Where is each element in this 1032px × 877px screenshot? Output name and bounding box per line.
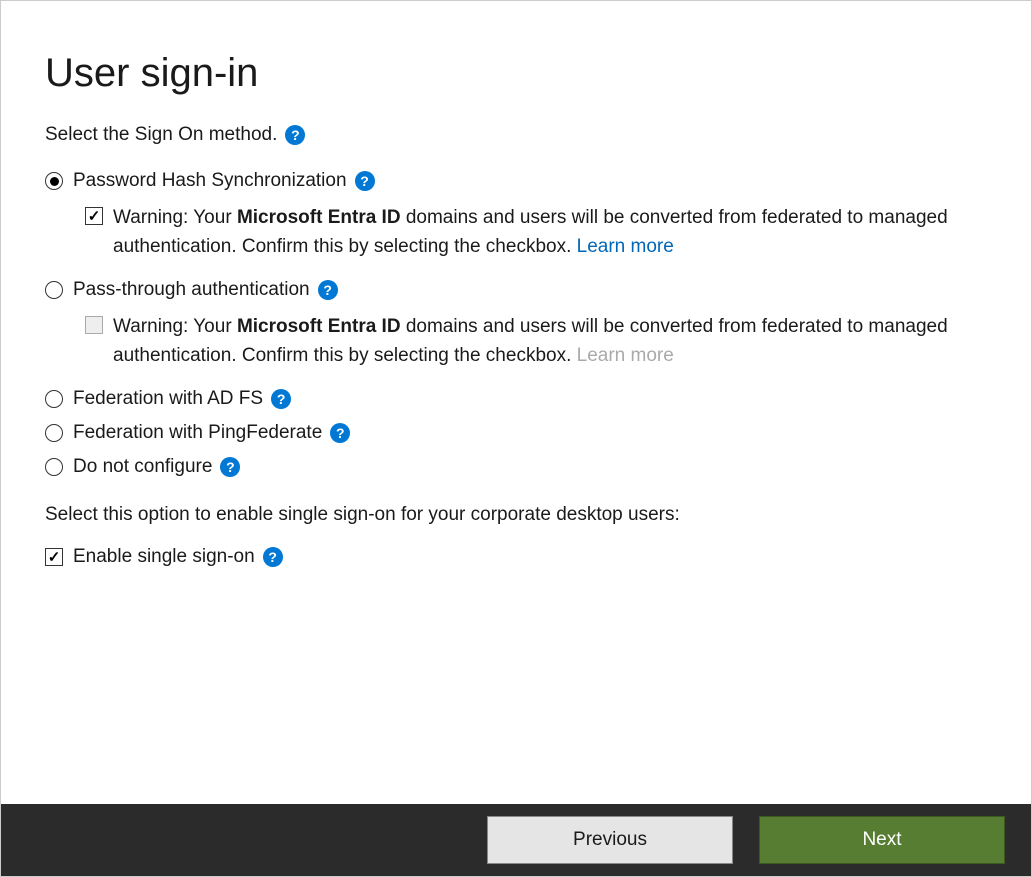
phs-learn-more-link[interactable]: Learn more [577, 236, 674, 257]
radio-pta[interactable] [45, 281, 63, 299]
radio-ping[interactable] [45, 424, 63, 442]
help-icon[interactable]: ? [330, 423, 350, 443]
radio-label-adfs: Federation with AD FS ? [73, 388, 291, 410]
help-icon[interactable]: ? [220, 457, 240, 477]
help-icon[interactable]: ? [355, 171, 375, 191]
sign-on-method-group: Password Hash Synchronization ? Warning:… [45, 170, 991, 478]
help-icon[interactable]: ? [271, 389, 291, 409]
radio-label-phs: Password Hash Synchronization ? [73, 170, 375, 192]
radio-row-pta[interactable]: Pass-through authentication ? [45, 279, 991, 301]
phs-warning-checkbox[interactable] [85, 207, 103, 225]
select-method-label: Select the Sign On method. ? [45, 124, 305, 146]
phs-warning-block: Warning: Your Microsoft Entra ID domains… [85, 204, 991, 261]
radio-row-phs[interactable]: Password Hash Synchronization ? [45, 170, 991, 192]
sso-checkbox[interactable] [45, 548, 63, 566]
sso-label: Select this option to enable single sign… [45, 504, 991, 526]
sso-section: Select this option to enable single sign… [45, 504, 991, 568]
next-button[interactable]: Next [759, 816, 1005, 864]
previous-button[interactable]: Previous [487, 816, 733, 864]
radio-row-ping[interactable]: Federation with PingFederate ? [45, 422, 991, 444]
pta-warning-text: Warning: Your Microsoft Entra ID domains… [113, 313, 991, 370]
help-icon[interactable]: ? [285, 125, 305, 145]
sso-row[interactable]: Enable single sign-on ? [45, 546, 991, 568]
pta-warning-checkbox [85, 316, 103, 334]
pta-learn-more-link: Learn more [577, 345, 674, 366]
radio-label-ping: Federation with PingFederate ? [73, 422, 350, 444]
radio-label-pta: Pass-through authentication ? [73, 279, 338, 301]
page-title: User sign-in [45, 51, 991, 96]
radio-label-none: Do not configure ? [73, 456, 240, 478]
radio-row-none[interactable]: Do not configure ? [45, 456, 991, 478]
sso-option-label: Enable single sign-on ? [73, 546, 283, 568]
select-method-text: Select the Sign On method. [45, 124, 277, 146]
footer: Previous Next [1, 804, 1031, 876]
radio-adfs[interactable] [45, 390, 63, 408]
radio-none[interactable] [45, 458, 63, 476]
pta-warning-block: Warning: Your Microsoft Entra ID domains… [85, 313, 991, 370]
radio-row-adfs[interactable]: Federation with AD FS ? [45, 388, 991, 410]
help-icon[interactable]: ? [263, 547, 283, 567]
radio-phs[interactable] [45, 172, 63, 190]
phs-warning-text: Warning: Your Microsoft Entra ID domains… [113, 204, 991, 261]
help-icon[interactable]: ? [318, 280, 338, 300]
